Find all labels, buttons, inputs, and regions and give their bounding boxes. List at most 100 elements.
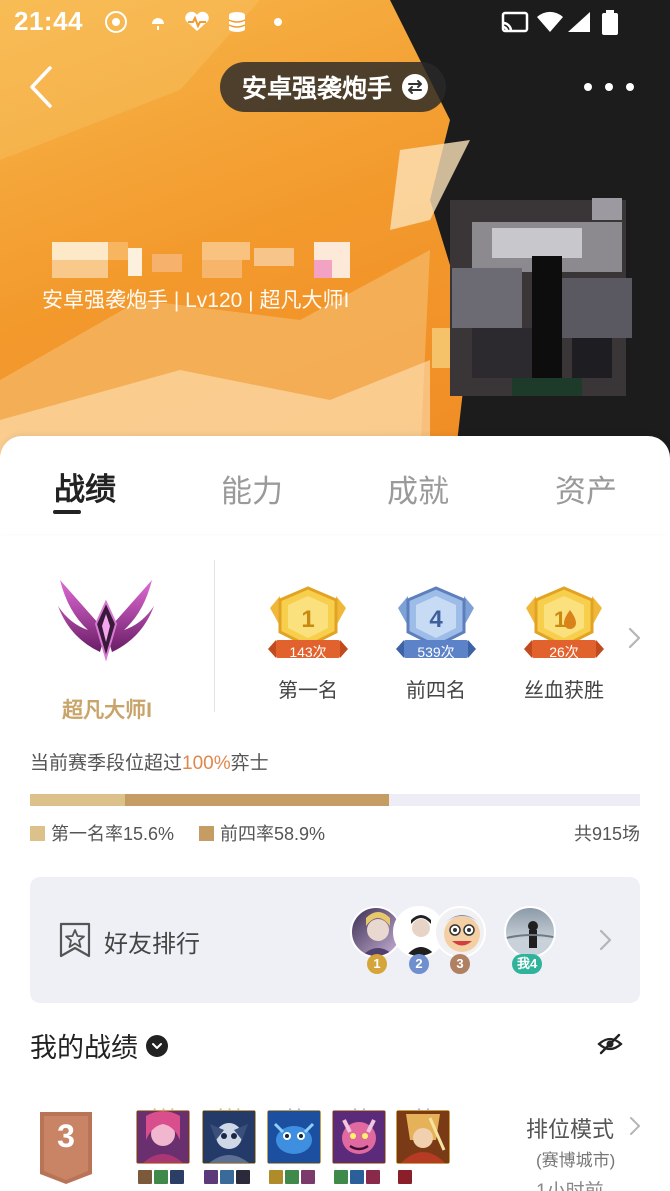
match-placement: 3 bbox=[57, 1118, 75, 1154]
match-mode: 排位模式 bbox=[526, 1117, 615, 1142]
friend-rank-tag: 2 bbox=[409, 954, 429, 974]
champion-portrait[interactable] bbox=[396, 1110, 450, 1164]
badge-number: 1 bbox=[301, 606, 314, 633]
top-four-badge[interactable]: 4 539次 bbox=[390, 586, 482, 664]
season-percent: 100% bbox=[182, 753, 231, 774]
first-rate-legend: 第一名率15.6% bbox=[30, 820, 174, 846]
rank-name: 超凡大师I bbox=[62, 699, 152, 722]
match-time: 1小时前 bbox=[536, 1176, 604, 1191]
item-icon bbox=[170, 1170, 184, 1184]
item-icon bbox=[204, 1170, 218, 1184]
champion-items bbox=[138, 1170, 184, 1184]
notification-app-icon bbox=[104, 10, 128, 34]
badge-count: 539次 bbox=[417, 644, 455, 660]
profile-hero-banner: 21:44 安卓强袭炮手 安卓强袭炮手 | Lv120 | 超凡大师I bbox=[0, 0, 670, 460]
more-dot-icon bbox=[584, 83, 592, 91]
my-rank-tag: 我4 bbox=[512, 954, 543, 974]
tab-assets[interactable]: 资产 bbox=[526, 466, 646, 511]
item-icon bbox=[138, 1170, 152, 1184]
badges-chevron-right-icon[interactable] bbox=[624, 626, 644, 650]
cast-icon bbox=[500, 10, 530, 34]
season-suffix: 弈士 bbox=[230, 753, 269, 774]
swap-account-icon bbox=[402, 74, 429, 100]
account-name: 安卓强袭炮手 bbox=[242, 75, 393, 103]
item-icon bbox=[334, 1170, 348, 1184]
first-place-badge[interactable]: 1 143次 bbox=[262, 586, 354, 664]
item-icon bbox=[366, 1170, 380, 1184]
item-icon bbox=[154, 1170, 168, 1184]
friend-ranking-label: 好友排行 bbox=[104, 931, 200, 958]
item-icon bbox=[350, 1170, 364, 1184]
summary-divider bbox=[214, 560, 215, 712]
my-matches-heading[interactable]: 我的战绩 bbox=[30, 1026, 168, 1065]
badge-number: 1 bbox=[554, 607, 566, 632]
match-set-name: (赛博城市) bbox=[536, 1151, 616, 1170]
status-time: 21:44 bbox=[14, 6, 83, 36]
player-avatar[interactable] bbox=[432, 178, 642, 398]
first-rate-label: 第一名率15.6% bbox=[51, 824, 175, 844]
low-hp-win-badge[interactable]: 1 26次 bbox=[518, 586, 610, 664]
health-heart-icon bbox=[182, 10, 212, 34]
badge-count: 26次 bbox=[549, 644, 579, 660]
wifi-icon bbox=[536, 10, 564, 34]
weather-icon bbox=[146, 10, 170, 34]
top-four-label: 前四名 bbox=[406, 680, 466, 702]
player-profile-screen: 21:44 安卓强袭炮手 安卓强袭炮手 | Lv120 | 超凡大师I 战绩 能… bbox=[0, 0, 670, 1191]
item-icon bbox=[301, 1170, 315, 1184]
champion-items bbox=[398, 1170, 412, 1184]
item-icon bbox=[285, 1170, 299, 1184]
cellular-signal-icon bbox=[566, 10, 592, 34]
item-icon bbox=[269, 1170, 283, 1184]
champion-items bbox=[204, 1170, 250, 1184]
season-prefix: 当前赛季段位超过 bbox=[30, 753, 183, 774]
champion-portrait[interactable] bbox=[267, 1110, 321, 1164]
badge-number: 4 bbox=[429, 606, 443, 633]
season-percentile-text: 当前赛季段位超过100%弈士 bbox=[30, 748, 269, 775]
active-tab-indicator bbox=[53, 510, 81, 514]
friend-ranking-chevron-right-icon bbox=[599, 929, 612, 951]
tab-ability[interactable]: 能力 bbox=[192, 466, 312, 511]
tab-match-records[interactable]: 战绩 bbox=[25, 464, 145, 509]
battery-icon bbox=[600, 10, 620, 35]
back-button[interactable] bbox=[22, 62, 66, 112]
hide-records-eye-off-icon[interactable] bbox=[597, 1032, 623, 1056]
master-rank-emblem-icon[interactable] bbox=[50, 572, 162, 662]
match-detail-chevron-right-icon[interactable] bbox=[628, 1116, 642, 1136]
chevron-down-icon bbox=[146, 1034, 168, 1057]
top-four-rate-segment bbox=[125, 794, 390, 806]
more-dot-icon bbox=[626, 83, 634, 91]
blurred-player-name bbox=[52, 240, 352, 280]
low-hp-win-label: 丝血获胜 bbox=[524, 680, 604, 702]
friend-rank-tag: 3 bbox=[450, 954, 470, 974]
total-games: 共915场 bbox=[573, 824, 640, 844]
friend-rank-tag: 1 bbox=[367, 954, 387, 974]
friend-avatar[interactable] bbox=[434, 906, 486, 958]
placement-rate-bar bbox=[30, 794, 640, 806]
champion-portrait[interactable] bbox=[332, 1110, 386, 1164]
item-icon bbox=[220, 1170, 234, 1184]
account-switcher[interactable]: 安卓强袭炮手 bbox=[220, 62, 446, 112]
status-bar: 21:44 bbox=[0, 0, 670, 46]
item-icon bbox=[398, 1170, 412, 1184]
first-place-rate-segment bbox=[30, 794, 126, 806]
my-matches-title: 我的战绩 bbox=[30, 1033, 138, 1063]
player-summary-line: 安卓强袭炮手 | Lv120 | 超凡大师I bbox=[42, 289, 350, 312]
champion-items bbox=[334, 1170, 380, 1184]
item-icon bbox=[236, 1170, 250, 1184]
legend-swatch bbox=[199, 825, 214, 841]
my-avatar[interactable] bbox=[504, 906, 556, 958]
more-dot-icon bbox=[605, 83, 613, 91]
more-options-button[interactable] bbox=[584, 70, 634, 104]
tab-achievements[interactable]: 成就 bbox=[358, 466, 478, 511]
top4-rate-label: 前四率58.9% bbox=[220, 824, 326, 844]
champion-portrait[interactable] bbox=[202, 1110, 256, 1164]
badge-count: 143次 bbox=[289, 644, 327, 660]
top4-rate-legend: 前四率58.9% bbox=[199, 820, 325, 846]
bookmark-star-icon bbox=[59, 922, 91, 958]
dot-indicator-icon bbox=[266, 10, 290, 34]
legend-swatch bbox=[30, 825, 45, 841]
champion-items bbox=[269, 1170, 315, 1184]
database-icon bbox=[226, 10, 250, 34]
champion-portrait[interactable] bbox=[136, 1110, 190, 1164]
first-place-label: 第一名 bbox=[278, 680, 338, 702]
